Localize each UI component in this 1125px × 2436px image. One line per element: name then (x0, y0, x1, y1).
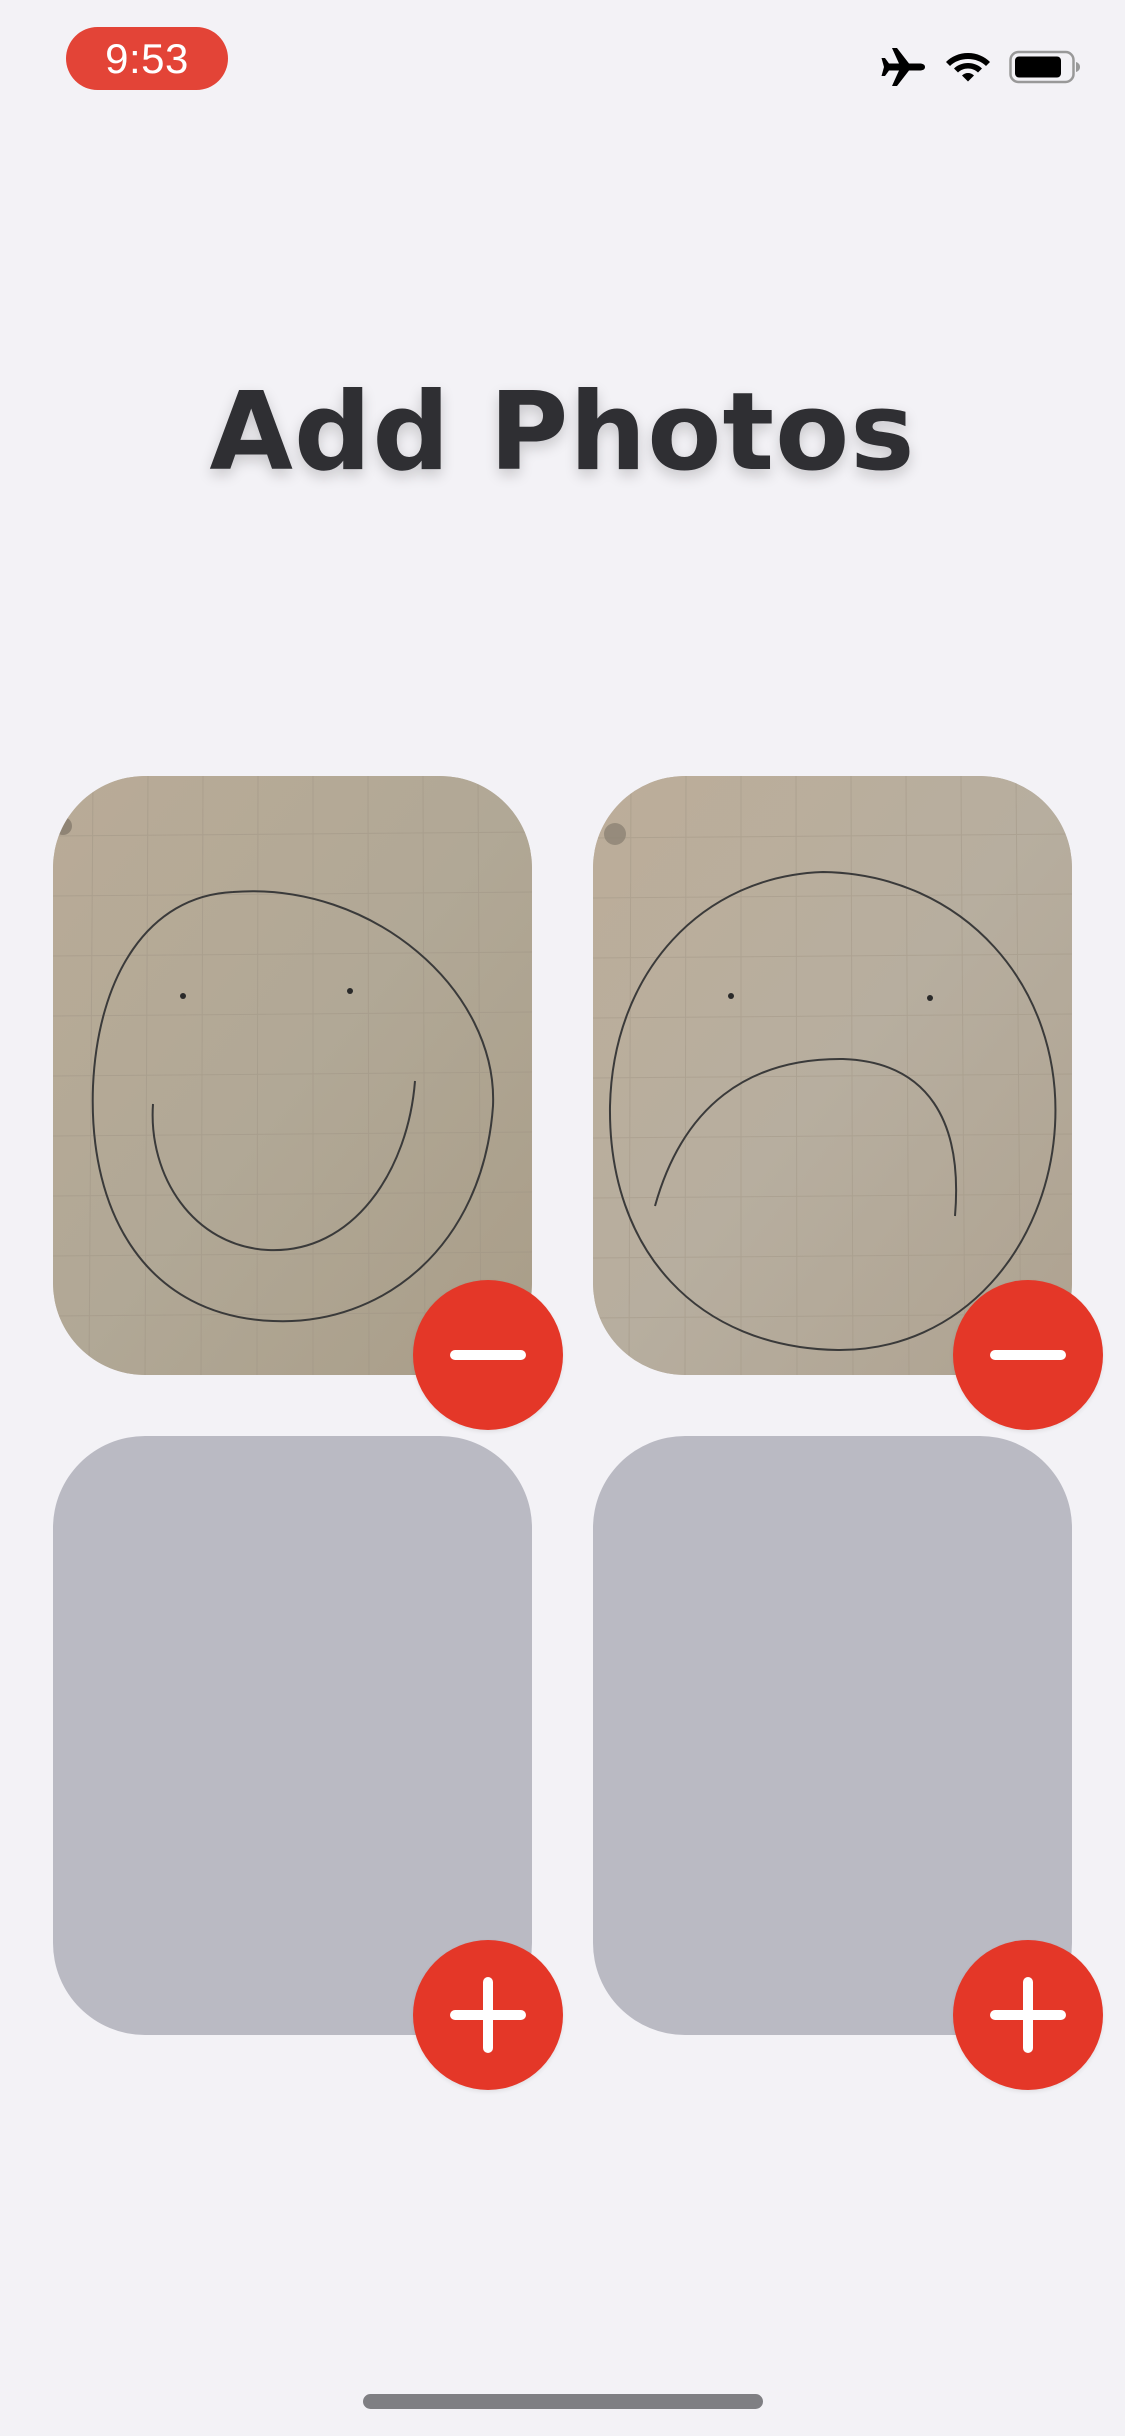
airplane-mode-icon (881, 47, 927, 92)
add-photo-button-4[interactable] (953, 1940, 1103, 2090)
status-bar: 9:53 (0, 0, 1125, 130)
battery-icon (1009, 50, 1081, 89)
page-title: Add Photos (209, 370, 916, 495)
remove-photo-button-2[interactable] (953, 1280, 1103, 1430)
home-indicator[interactable] (363, 2394, 763, 2409)
status-icons (881, 44, 1081, 94)
minus-icon (990, 1350, 1066, 1360)
minus-icon (450, 1350, 526, 1360)
wifi-icon (945, 50, 991, 89)
status-time[interactable]: 9:53 (66, 27, 228, 90)
remove-photo-button-1[interactable] (413, 1280, 563, 1430)
add-photo-button-3[interactable] (413, 1940, 563, 2090)
